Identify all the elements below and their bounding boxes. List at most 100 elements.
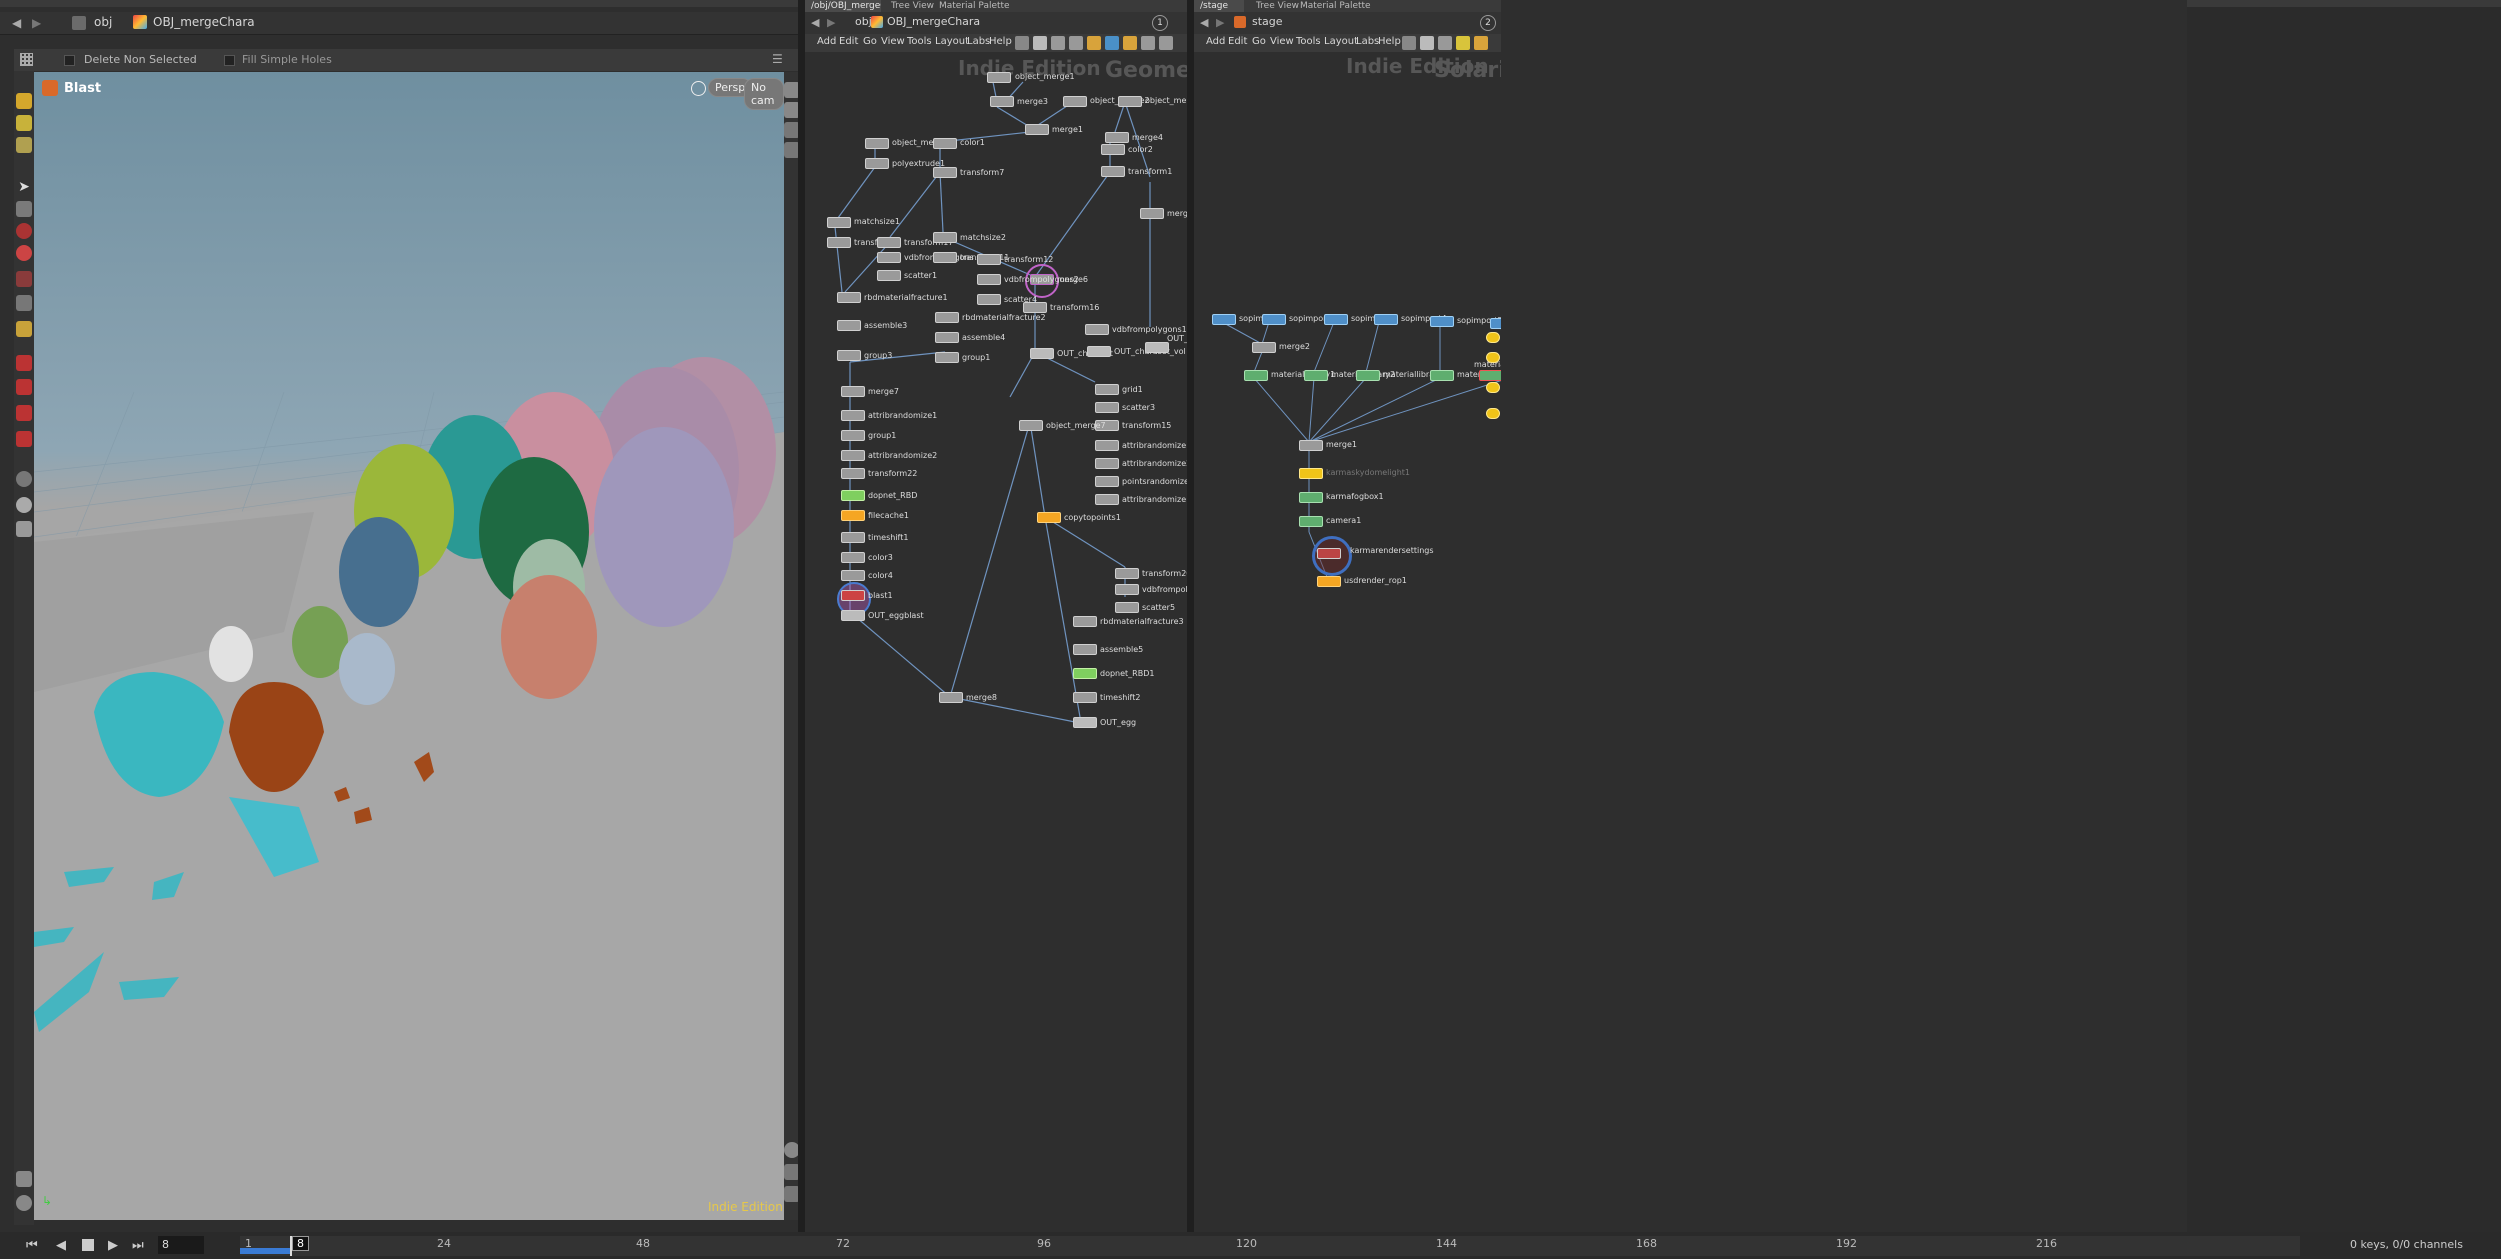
node-transform22[interactable] xyxy=(841,468,865,479)
node-karmarendersettings[interactable] xyxy=(1317,548,1341,559)
node-materiallibrary3[interactable] xyxy=(1356,370,1380,381)
tab-material-palette[interactable]: Material Palette xyxy=(933,0,1016,12)
render-tool-icon[interactable] xyxy=(16,1195,32,1211)
menu-layout[interactable]: Layout xyxy=(1324,36,1358,47)
node-merge4[interactable] xyxy=(1105,132,1129,143)
node-assemble5[interactable] xyxy=(1073,644,1097,655)
node-object-merge1[interactable] xyxy=(987,72,1011,83)
toolbar-icon-2[interactable] xyxy=(1420,36,1434,50)
node-transform7[interactable] xyxy=(933,167,957,178)
network-geo-path-node[interactable]: OBJ_mergeChara xyxy=(887,15,980,28)
node-attribrandomize2b[interactable] xyxy=(1095,458,1119,469)
node-attribrandomize1b[interactable] xyxy=(1095,440,1119,451)
menu-view[interactable]: View xyxy=(1270,36,1294,47)
node-merge5[interactable] xyxy=(1140,208,1164,219)
network-lop-frame-box[interactable]: 2 xyxy=(1480,15,1496,31)
node-object-merge7[interactable] xyxy=(1019,420,1043,431)
pane-divider-1[interactable] xyxy=(798,0,805,1232)
node-dopnet-rbd[interactable] xyxy=(841,490,865,501)
egg-pale-blue[interactable] xyxy=(339,633,395,705)
node-usdrender-rop1[interactable] xyxy=(1317,576,1341,587)
node-color3[interactable] xyxy=(841,552,865,563)
node-polyextrude1[interactable] xyxy=(865,158,889,169)
grid-toggle-icon[interactable] xyxy=(20,53,33,66)
stop-button[interactable] xyxy=(82,1239,94,1251)
menu-layout[interactable]: Layout xyxy=(935,36,969,47)
menu-tools[interactable]: Tools xyxy=(1296,36,1321,47)
magnet-tool-icon-2[interactable] xyxy=(16,379,32,395)
node-out-charaset-vol2[interactable] xyxy=(1145,342,1169,353)
node-attribrandomize1[interactable] xyxy=(841,410,865,421)
node-assemble4[interactable] xyxy=(935,332,959,343)
toolbar-icon-6[interactable] xyxy=(1105,36,1119,50)
node-group3[interactable] xyxy=(837,350,861,361)
node-matchsize1[interactable] xyxy=(827,217,851,228)
menu-add[interactable]: Add xyxy=(1206,36,1225,47)
camera-tool-icon[interactable] xyxy=(16,521,32,537)
magnet-tool-icon[interactable] xyxy=(16,355,32,371)
tab-obj-mergechara[interactable]: /obj/OBJ_mergeChara xyxy=(805,0,881,12)
node-assemble3[interactable] xyxy=(837,320,861,331)
toolbar-icon-5[interactable] xyxy=(1474,36,1488,50)
node-dopnet-rbd1[interactable] xyxy=(1073,668,1097,679)
fill-simple-holes-checkbox[interactable] xyxy=(224,55,235,66)
toolbar-icon-3[interactable] xyxy=(1438,36,1452,50)
node-materiallibrary2[interactable] xyxy=(1304,370,1328,381)
pane-divider-2[interactable] xyxy=(1187,0,1194,1232)
forward-arrow-icon[interactable]: ▶ xyxy=(1216,16,1224,29)
path-root[interactable]: obj xyxy=(94,15,112,29)
magnet-tool-icon-3[interactable] xyxy=(16,405,32,421)
node-scatter4[interactable] xyxy=(977,294,1001,305)
node-transform16[interactable] xyxy=(1023,302,1047,313)
viewport-lock-icon[interactable] xyxy=(691,81,706,96)
node-timeshift1[interactable] xyxy=(841,532,865,543)
toolbar-icon-1[interactable] xyxy=(1015,36,1029,50)
node-materiallibrary4[interactable] xyxy=(1430,370,1454,381)
toolbar-icon-3[interactable] xyxy=(1051,36,1065,50)
view-display-icon[interactable] xyxy=(16,471,32,487)
toolbar-icon-5[interactable] xyxy=(1087,36,1101,50)
node-sopimport1[interactable] xyxy=(1212,314,1236,325)
menu-labs[interactable]: Labs xyxy=(967,36,990,47)
node-transform17[interactable] xyxy=(877,237,901,248)
camera-dropdown[interactable]: No cam xyxy=(744,78,784,110)
node-group1[interactable] xyxy=(935,352,959,363)
scale-tool-icon[interactable] xyxy=(16,271,32,287)
snap-tool-icon[interactable] xyxy=(16,321,32,337)
brush-tool-icon[interactable] xyxy=(16,115,32,131)
node-copytopoints1[interactable] xyxy=(1037,512,1061,523)
node-scatter3[interactable] xyxy=(1095,402,1119,413)
menu-help[interactable]: Help xyxy=(989,36,1012,47)
node-merge7[interactable] xyxy=(841,386,865,397)
egg-salmon[interactable] xyxy=(501,575,597,699)
node-karmaskydomelight1[interactable] xyxy=(1299,468,1323,479)
timeline-track[interactable]: 8 1 24 48 72 96 120 144 168 192 216 xyxy=(240,1236,2300,1256)
node-rbdmaterialfracture2[interactable] xyxy=(935,312,959,323)
node-timeshift2[interactable] xyxy=(1073,692,1097,703)
node-merge1[interactable] xyxy=(1025,124,1049,135)
node-light-3[interactable] xyxy=(1486,382,1500,393)
node-out-charaset-vol[interactable] xyxy=(1087,346,1111,357)
node-light-2[interactable] xyxy=(1486,352,1500,363)
node-transform20[interactable] xyxy=(1115,568,1139,579)
node-rbdmaterialfracture1[interactable] xyxy=(837,292,861,303)
node-out-eggblast[interactable] xyxy=(841,610,865,621)
node-merge8[interactable] xyxy=(939,692,963,703)
toolbar-icon-4[interactable] xyxy=(1456,36,1470,50)
tab-tree-view[interactable]: Tree View xyxy=(885,0,940,12)
node-transform6[interactable] xyxy=(827,237,851,248)
node-vdbfrompolygons1[interactable] xyxy=(1085,324,1109,335)
tab-stage[interactable]: /stage xyxy=(1194,0,1244,12)
menu-go[interactable]: Go xyxy=(863,36,877,47)
node-sopimport5[interactable] xyxy=(1430,316,1454,327)
light-tool-icon[interactable] xyxy=(16,497,32,513)
toolbar-icon-9[interactable] xyxy=(1159,36,1173,50)
node-sopimport4[interactable] xyxy=(1374,314,1398,325)
network-lop-path-node[interactable]: stage xyxy=(1252,15,1283,28)
node-light-1[interactable] xyxy=(1486,332,1500,343)
pin-tool-icon[interactable] xyxy=(16,1171,32,1187)
network-lop-canvas[interactable]: Indie Edition Solaris sopimport1 sopimpo… xyxy=(1194,52,1501,1232)
rotate-tool-icon[interactable] xyxy=(16,245,32,261)
jump-end-button[interactable]: ⏭ xyxy=(132,1238,144,1253)
node-materiallibrary1[interactable] xyxy=(1244,370,1268,381)
